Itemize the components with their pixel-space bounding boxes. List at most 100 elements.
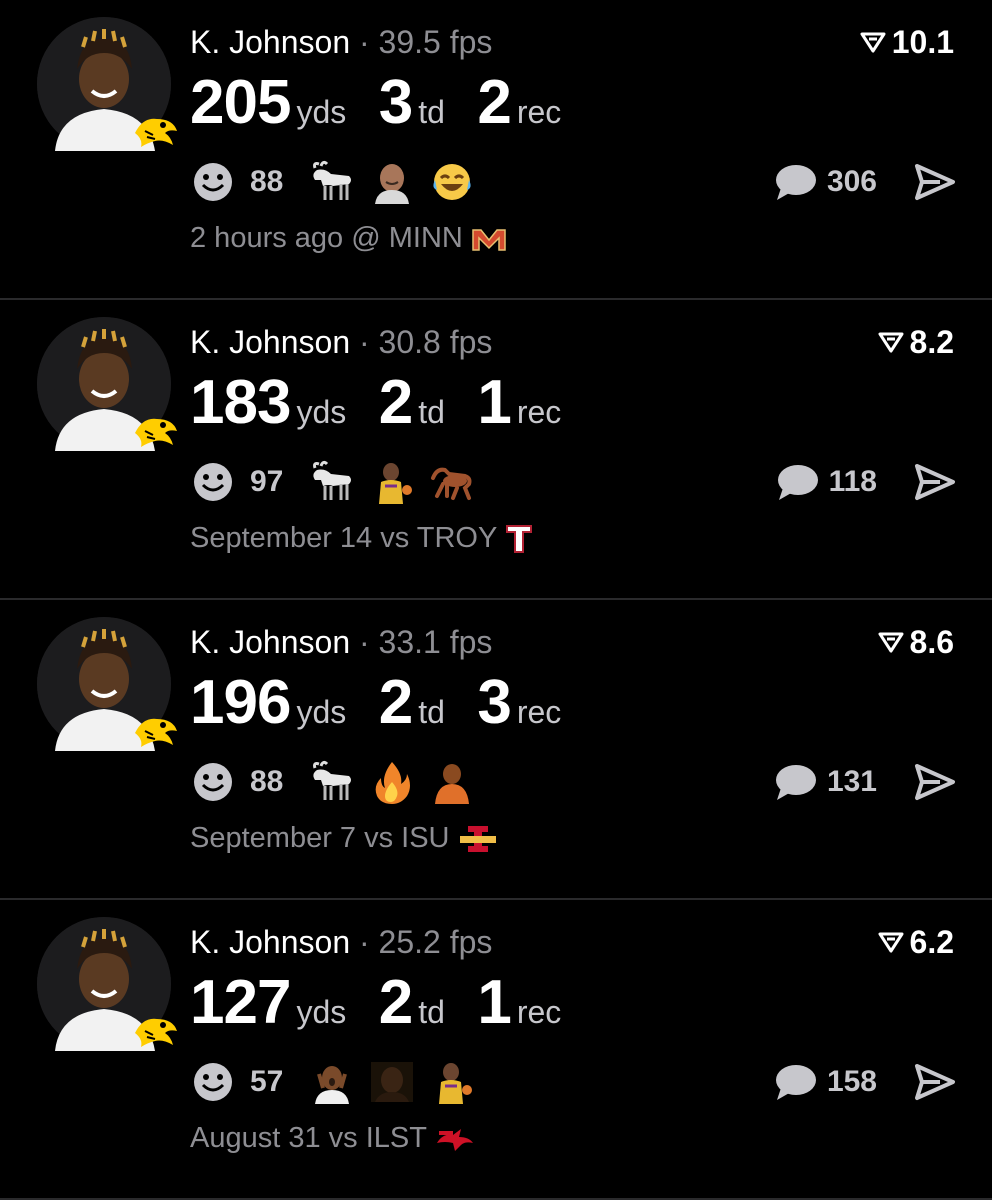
- post-card[interactable]: K. Johnson · 39.5 fps 10.1 205 yds 3 td 2r…: [0, 0, 992, 300]
- game-meta: August 31 vs ILST: [190, 1122, 475, 1155]
- basketball-player-emoji[interactable]: [429, 1060, 475, 1104]
- score-value: 10.1: [891, 24, 954, 60]
- comment-count: 118: [828, 465, 877, 498]
- avatar[interactable]: [37, 317, 177, 451]
- game-time-opponent: September 7 vs ISU: [190, 822, 450, 854]
- separator-dot: ·: [359, 324, 370, 360]
- fps-value: 33.1 fps: [378, 624, 493, 660]
- comment-count: 306: [826, 165, 877, 198]
- troy-logo: [506, 524, 533, 553]
- reactions-bar[interactable]: 97: [190, 460, 475, 504]
- avatar[interactable]: [37, 917, 177, 1051]
- rec-unit: rec: [516, 394, 562, 430]
- separator-dot: ·: [359, 24, 370, 60]
- reactions-bar[interactable]: 88: [190, 160, 475, 204]
- player-name[interactable]: K. Johnson: [190, 24, 350, 60]
- yards-unit: yds: [296, 94, 347, 130]
- hawkeye-logo-icon: [135, 718, 177, 747]
- stat-line: 205 yds 3 td 2 rec: [190, 70, 589, 152]
- bald-man-emoji[interactable]: [369, 160, 415, 204]
- hawkeye-logo-icon: [135, 418, 177, 447]
- share-icon[interactable]: [914, 162, 956, 202]
- rec-unit: rec: [516, 694, 562, 730]
- hawkeye-logo-icon: [135, 1018, 177, 1047]
- separator-dot: ·: [359, 924, 370, 960]
- feed: K. Johnson · 39.5 fps 10.1 205 yds 3 td 2r…: [0, 0, 992, 1200]
- separator-dot: ·: [359, 624, 370, 660]
- fps-value: 39.5 fps: [378, 24, 493, 60]
- dark-portrait-emoji[interactable]: [369, 1060, 415, 1104]
- share-icon[interactable]: [914, 762, 956, 802]
- td-value: 3: [378, 68, 413, 137]
- smiley-icon[interactable]: [190, 160, 236, 204]
- comment-count: 131: [826, 765, 877, 798]
- yards-value: 196: [190, 668, 291, 737]
- score-triangle-icon: [878, 632, 904, 653]
- share-icon[interactable]: [914, 1062, 956, 1102]
- post-card[interactable]: K. Johnson · 30.8 fps 8.2 183 yds 2 td 1 re…: [0, 300, 992, 600]
- comments[interactable]: 158: [773, 1060, 877, 1104]
- rec-value: 3: [477, 668, 511, 737]
- smiley-icon[interactable]: [190, 460, 236, 504]
- basketball-player-emoji[interactable]: [369, 460, 415, 504]
- comments[interactable]: 131: [773, 760, 877, 804]
- stat-line: 196 yds 2 td 3 rec: [190, 670, 589, 752]
- rec-value: 1: [477, 368, 511, 437]
- yards-value: 127: [190, 968, 291, 1037]
- comments[interactable]: 118: [775, 460, 877, 504]
- reactions-bar[interactable]: 88: [190, 760, 475, 804]
- laughing-tears-emoji[interactable]: [429, 160, 475, 204]
- score: 10.1: [860, 22, 954, 62]
- reaction-count: 88: [250, 165, 284, 198]
- smiley-icon[interactable]: [190, 760, 236, 804]
- score-value: 8.2: [909, 324, 954, 360]
- fire-emoji[interactable]: [369, 760, 415, 804]
- comment-count: 158: [826, 1065, 877, 1098]
- player-name[interactable]: K. Johnson: [190, 324, 350, 360]
- td-value: 2: [378, 368, 413, 437]
- post-card[interactable]: K. Johnson · 25.2 fps 6.2 127 yds 2 td 1 re…: [0, 900, 992, 1200]
- hawkeye-logo-icon: [135, 118, 177, 147]
- goat-icon[interactable]: [309, 460, 355, 504]
- horse-emoji[interactable]: [429, 460, 475, 504]
- name-line: K. Johnson · 25.2 fps: [190, 922, 492, 962]
- fps-value: 30.8 fps: [378, 324, 493, 360]
- score: 6.2: [878, 922, 954, 962]
- goat-icon[interactable]: [309, 160, 355, 204]
- reaction-count: 88: [250, 765, 284, 798]
- name-line: K. Johnson · 39.5 fps: [190, 22, 492, 62]
- smiley-icon[interactable]: [190, 1060, 236, 1104]
- yards-unit: yds: [296, 694, 347, 730]
- name-line: K. Johnson · 30.8 fps: [190, 322, 492, 362]
- minnesota-logo: [472, 228, 506, 251]
- post-card[interactable]: K. Johnson · 33.1 fps 8.6 196 yds 2 td 3 re…: [0, 600, 992, 900]
- yards-value: 205: [190, 68, 291, 137]
- comment-bubble-icon: [777, 465, 818, 500]
- avatar[interactable]: [37, 17, 177, 151]
- game-meta: September 14 vs TROY: [190, 522, 533, 555]
- comments[interactable]: 306: [773, 160, 877, 204]
- td-unit: td: [418, 94, 445, 130]
- td-unit: td: [418, 694, 445, 730]
- illinois-state-logo: [436, 1128, 473, 1151]
- name-line: K. Johnson · 33.1 fps: [190, 622, 492, 662]
- td-value: 2: [378, 968, 413, 1037]
- player-name[interactable]: K. Johnson: [190, 924, 350, 960]
- avatar[interactable]: [37, 617, 177, 751]
- yards-unit: yds: [296, 394, 347, 430]
- comment-bubble-icon: [775, 165, 816, 200]
- rec-unit: rec: [516, 94, 562, 130]
- reactions-bar[interactable]: 57: [190, 1060, 475, 1104]
- goat-icon[interactable]: [309, 760, 355, 804]
- player-name[interactable]: K. Johnson: [190, 624, 350, 660]
- score-triangle-icon: [878, 332, 904, 353]
- score-value: 6.2: [909, 924, 954, 960]
- score-triangle-icon: [878, 932, 904, 953]
- score-value: 8.6: [909, 624, 954, 660]
- score: 8.6: [878, 622, 954, 662]
- orange-figure-emoji[interactable]: [429, 760, 475, 804]
- game-time-opponent: August 31 vs ILST: [190, 1122, 427, 1154]
- share-icon[interactable]: [914, 462, 956, 502]
- score-triangle-icon: [860, 32, 886, 53]
- shocked-man-emoji[interactable]: [309, 1060, 355, 1104]
